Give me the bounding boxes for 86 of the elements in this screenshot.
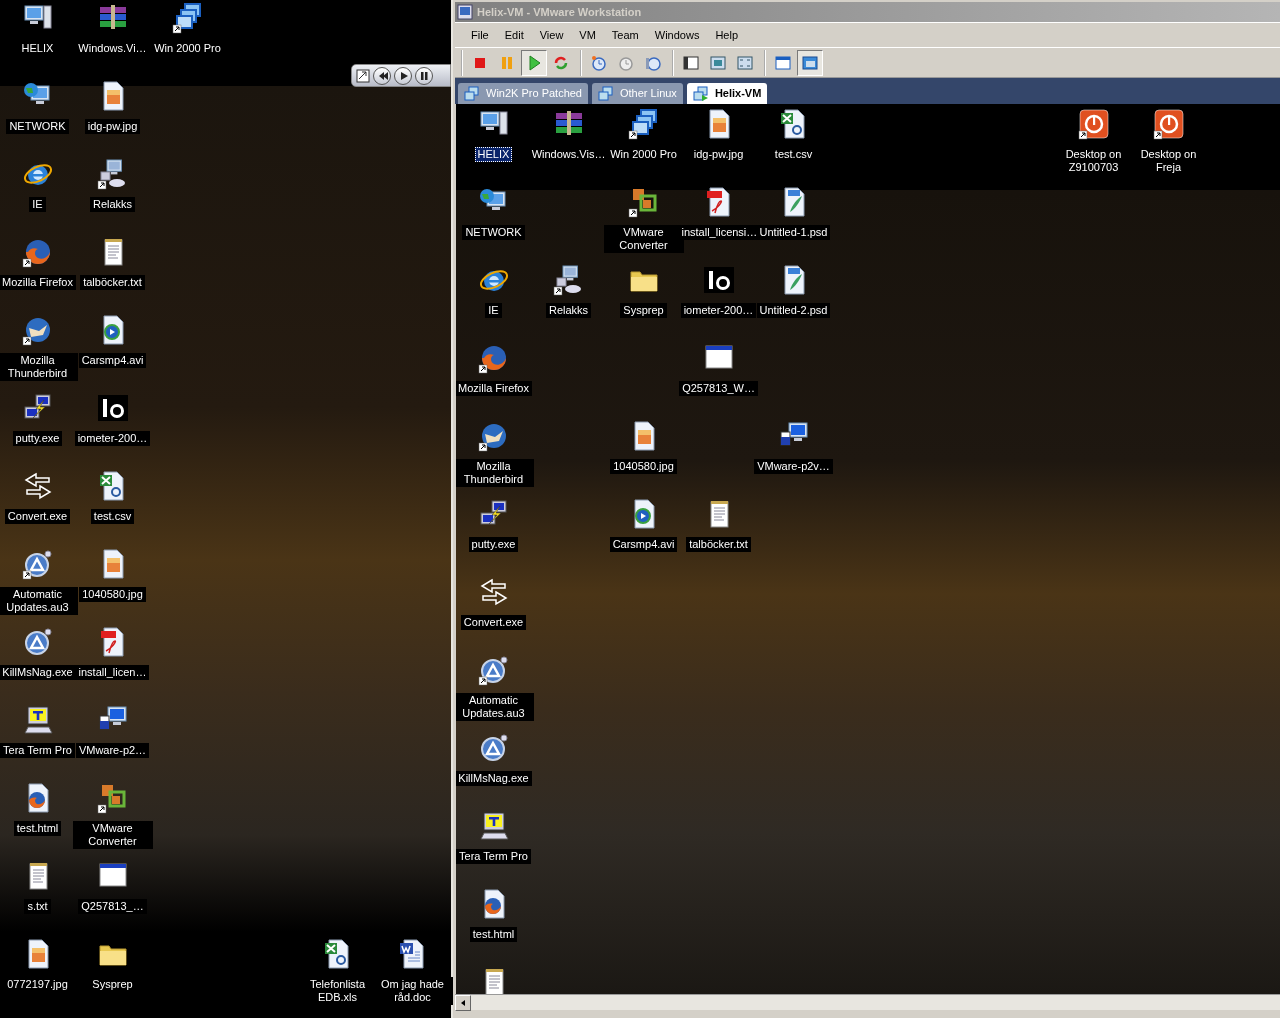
squares-icon[interactable] — [627, 186, 660, 218]
terminal-icon[interactable] — [21, 704, 54, 736]
squares-icon[interactable] — [96, 782, 129, 814]
app-icon — [457, 4, 473, 20]
icon-label[interactable]: Carsmp4.avi — [609, 537, 678, 552]
play-icon — [526, 54, 542, 71]
icon-label[interactable]: NETWORK — [6, 119, 69, 134]
icon-label[interactable]: VMware Converter — [72, 821, 153, 849]
lo-logo-icon[interactable] — [702, 264, 735, 296]
icon-label[interactable]: Carsmp4.avi — [78, 353, 147, 368]
icon-label[interactable]: 1040580.jpg — [79, 587, 146, 602]
icon-label[interactable]: install_licen… — [75, 665, 150, 680]
power-icon[interactable] — [1077, 108, 1110, 140]
icon-label[interactable]: Tera Term Pro — [0, 743, 75, 758]
icon-label[interactable]: talböcker.txt — [80, 275, 145, 290]
power-icon[interactable] — [1152, 108, 1185, 140]
console-view-icon — [802, 54, 818, 71]
summary-icon — [775, 54, 791, 71]
icon-label[interactable]: iometer-200… — [680, 303, 757, 318]
menu-item[interactable]: File — [463, 24, 497, 46]
icon-label[interactable]: Sysprep — [89, 977, 136, 992]
icon-label[interactable]: KillMsNag.exe — [456, 771, 532, 786]
icon-label[interactable]: s.txt — [24, 899, 51, 914]
icon-label[interactable]: putty.exe — [12, 431, 63, 446]
icon-label[interactable]: Mozilla Firefox — [456, 381, 532, 396]
icon-label[interactable]: VMware-p2v… — [754, 459, 833, 474]
icon-label[interactable]: Mozilla Thunderbird — [0, 353, 78, 381]
icon-label[interactable]: talböcker.txt — [686, 537, 751, 552]
a-circle-icon[interactable] — [477, 654, 510, 686]
icon-label[interactable]: test.csv — [90, 509, 135, 524]
icon-label[interactable]: iometer-200… — [74, 431, 151, 446]
icon-label[interactable]: Sysprep — [620, 303, 667, 318]
icon-label[interactable]: KillMsNag.exe — [0, 665, 76, 680]
icon-label[interactable]: test.html — [469, 927, 518, 942]
window-icon — [683, 54, 699, 71]
icon-label[interactable]: Mozilla Firefox — [0, 275, 76, 290]
fullscreen-icon — [710, 54, 726, 71]
overlapping-windows-icon[interactable] — [627, 108, 660, 140]
previous-button[interactable] — [373, 66, 391, 85]
icon-label[interactable]: Q257813_… — [78, 899, 147, 914]
menu-item[interactable]: Windows — [646, 24, 708, 46]
clock-wrench-icon — [645, 54, 661, 71]
a-circle-icon[interactable] — [21, 548, 54, 580]
icon-label[interactable]: Untitled-2.psd — [756, 303, 831, 318]
icon-label[interactable]: Relakks — [545, 303, 592, 318]
restore-icon[interactable] — [356, 68, 370, 83]
icon-label[interactable]: Mozilla Thunderbird — [456, 459, 534, 487]
icon-label[interactable]: Automatic Updates.au3 — [456, 693, 534, 721]
icon-label[interactable]: Relakks — [89, 197, 136, 212]
icon-label[interactable]: 0772197.jpg — [4, 977, 71, 992]
console-view-button[interactable] — [797, 49, 823, 76]
refresh-icon — [553, 54, 569, 71]
icon-label[interactable]: Untitled-1.psd — [756, 225, 831, 240]
icon-label[interactable]: 1040580.jpg — [610, 459, 677, 474]
icon-label[interactable]: test.html — [13, 821, 62, 836]
icon-label[interactable]: Convert.exe — [4, 509, 71, 524]
overlapping-windows-icon[interactable] — [171, 2, 204, 34]
menu-item[interactable]: Team — [603, 24, 647, 46]
vm-icon — [464, 85, 480, 102]
icon-label[interactable]: Convert.exe — [460, 615, 527, 630]
icon-label[interactable]: HELIX — [474, 147, 513, 162]
icon-label[interactable]: IE — [485, 303, 502, 318]
running-vm-icon — [692, 85, 709, 102]
vm-icon — [598, 85, 614, 102]
icon-label[interactable]: IE — [29, 197, 46, 212]
terminal-icon[interactable] — [477, 810, 510, 842]
icon-label[interactable]: Tera Term Pro — [456, 849, 531, 864]
menu-item[interactable]: View — [531, 24, 572, 46]
pause-button[interactable] — [415, 66, 433, 85]
lo-logo-icon[interactable] — [96, 392, 129, 424]
scroll-left-button[interactable] — [455, 995, 471, 1011]
vm-tab[interactable]: Helix-VM — [686, 83, 768, 104]
window-title: Helix-VM - VMware Workstation — [477, 4, 642, 20]
menu-item[interactable]: VM — [571, 24, 604, 46]
icon-label[interactable]: Automatic Updates.au3 — [0, 587, 78, 615]
icon-label[interactable]: Q257813_W… — [679, 381, 758, 396]
icon-label[interactable]: NETWORK — [462, 225, 525, 240]
menu-item[interactable]: Help — [707, 24, 746, 46]
menu-item[interactable]: Edit — [496, 24, 532, 46]
pause-icon — [499, 54, 515, 71]
horizontal-scrollbar[interactable] — [455, 994, 1280, 1010]
icon-label[interactable]: putty.exe — [468, 537, 519, 552]
quick-switch-icon — [737, 54, 753, 71]
icon-label[interactable]: VMware-p2… — [75, 743, 150, 758]
play-button[interactable] — [394, 66, 412, 85]
icon-label[interactable]: idg-pw.jpg — [84, 119, 141, 134]
